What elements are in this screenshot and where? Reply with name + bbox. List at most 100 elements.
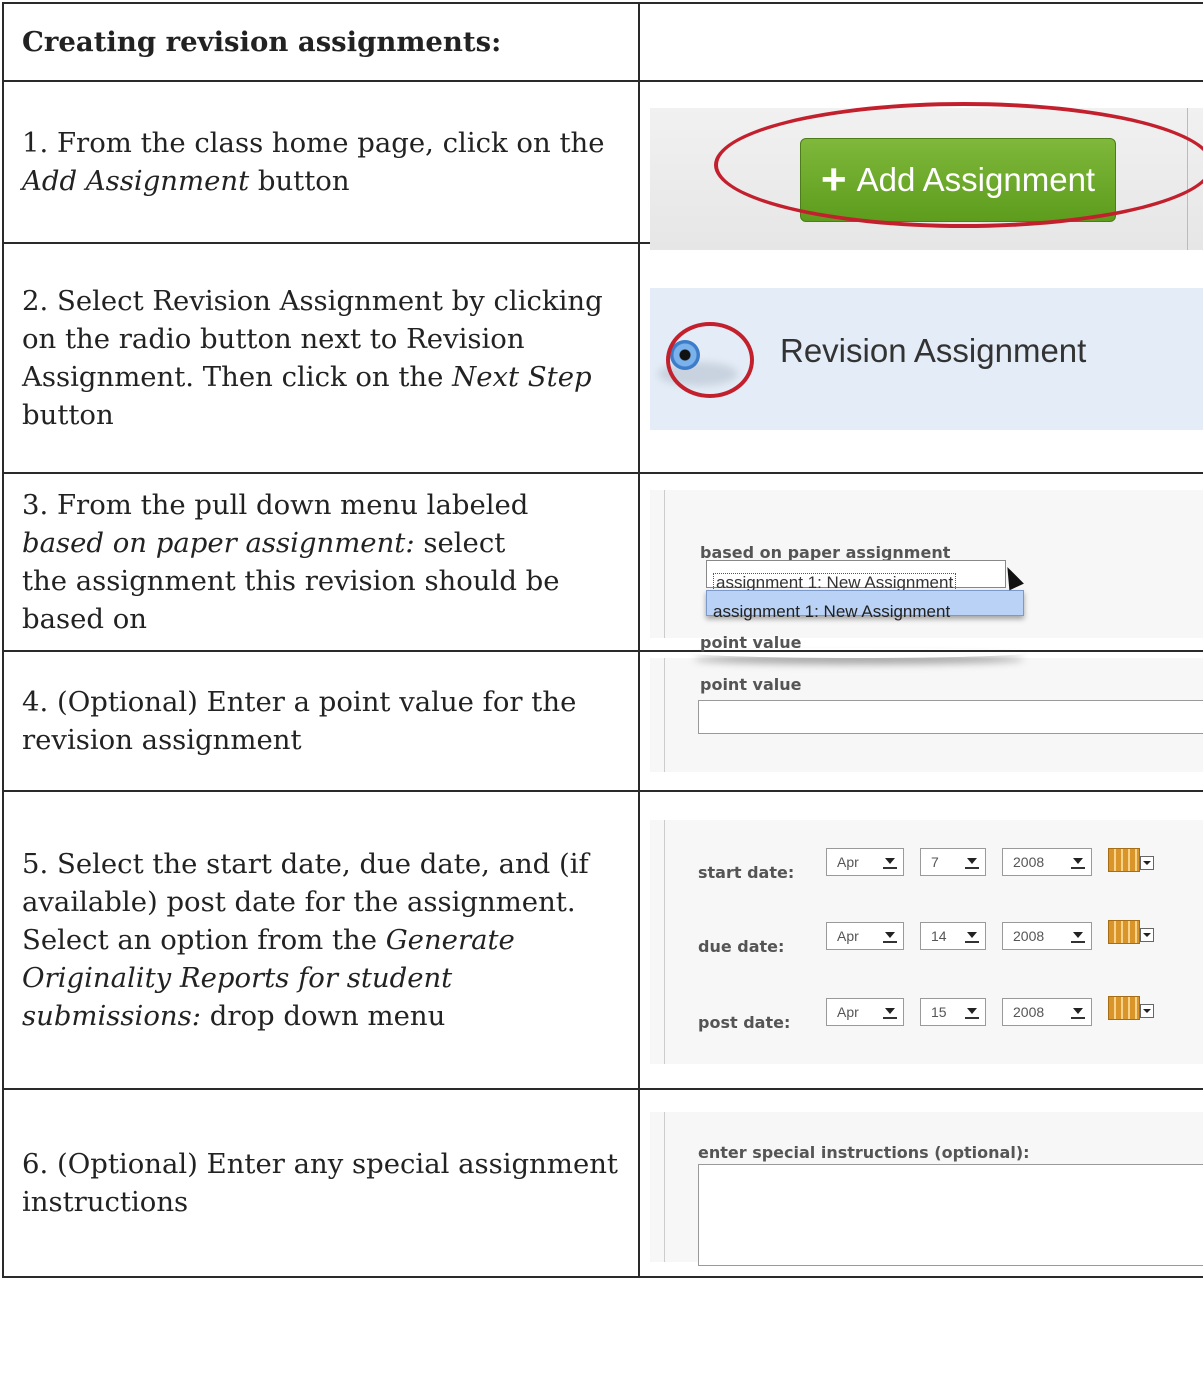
header-empty-cell: [638, 2, 1203, 82]
date-label: start date:: [698, 863, 795, 882]
day-select: 15: [920, 998, 986, 1026]
step-text-run: based on: [22, 603, 147, 635]
based-on-select: assignment 1: New Assignment: [706, 560, 1006, 593]
step-row-5: 5. Select the start date, due date, and …: [2, 790, 1203, 1090]
step-line: based on: [22, 600, 630, 638]
point-value-input: [698, 700, 1203, 734]
step-text-run: 2. Select Revision Assignment by clickin…: [22, 285, 603, 317]
based-on-screenshot: based on paper assignment assignment 1: …: [650, 490, 1203, 652]
step-text-run: the assignment this revision should be: [22, 565, 560, 597]
step-3-screenshot: based on paper assignment assignment 1: …: [638, 472, 1203, 652]
point-value-screenshot: point value: [650, 658, 1203, 772]
calendar-icon: [1108, 848, 1140, 872]
month-select: Apr: [826, 998, 904, 1026]
chevron-down-icon: [1140, 1004, 1154, 1018]
month-select: Apr: [826, 848, 904, 876]
day-select: 14: [920, 922, 986, 950]
step-text-run: button: [249, 165, 350, 197]
calendar-icon: [1108, 996, 1140, 1020]
step-line: based on paper assignment: select: [22, 524, 630, 562]
chevron-down-icon: [965, 856, 979, 869]
chevron-down-icon: [883, 856, 897, 869]
highlight-circle: [714, 102, 1203, 228]
revision-assignment-label: Revision Assignment: [780, 332, 1087, 369]
step-line: available) post date for the assignment.: [22, 883, 630, 921]
step-text-run: Assignment. Then click on the: [22, 361, 453, 393]
step-text: 1. From the class home page, click on th…: [2, 80, 640, 244]
step-line: instructions: [22, 1183, 630, 1221]
calendar-icon: [1108, 920, 1140, 944]
step-text: 3. From the pull down menu labeled based …: [2, 472, 640, 652]
header-row: Creating revision assignments:: [2, 2, 1203, 82]
month-select: Apr: [826, 922, 904, 950]
step-text: 2. Select Revision Assignment by clickin…: [2, 242, 640, 474]
step-line: Add Assignment button: [22, 162, 630, 200]
dates-screenshot: start date: Apr 7 2008 due date: Apr 14 …: [650, 820, 1203, 1064]
step-text-run: revision assignment: [22, 724, 302, 756]
step-line: 1. From the class home page, click on th…: [22, 124, 630, 162]
highlight-circle: [666, 322, 754, 398]
chevron-down-icon: [1140, 928, 1154, 942]
step-line: 4. (Optional) Enter a point value for th…: [22, 683, 630, 721]
step-text-run: 6. (Optional) Enter any special assignme…: [22, 1148, 618, 1180]
step-text-run: on the radio button next to Revision: [22, 323, 525, 355]
step-text-run: 5. Select the start date, due date, and …: [22, 848, 589, 880]
step-6-screenshot: enter special instructions (optional):: [638, 1088, 1203, 1278]
chevron-down-icon: [1071, 856, 1085, 869]
chevron-down-icon: [965, 1006, 979, 1019]
step-text-run: instructions: [22, 1186, 189, 1218]
step-row-1: 1. From the class home page, click on th…: [2, 80, 1203, 250]
step-text: 6. (Optional) Enter any special assignme…: [2, 1088, 640, 1278]
step-text: 5. Select the start date, due date, and …: [2, 790, 640, 1090]
step-line: 2. Select Revision Assignment by clickin…: [22, 282, 630, 320]
step-row-4: 4. (Optional) Enter a point value for th…: [2, 650, 1203, 792]
step-line: button: [22, 396, 630, 434]
year-select: 2008: [1002, 998, 1092, 1026]
step-line: revision assignment: [22, 721, 630, 759]
step-text: 4. (Optional) Enter a point value for th…: [2, 650, 640, 792]
date-label: due date:: [698, 937, 785, 956]
step-line: Originality Reports for student: [22, 959, 630, 997]
year-select: 2008: [1002, 922, 1092, 950]
step-text-run: Select an option from the: [22, 924, 386, 956]
chevron-down-icon: [1071, 1006, 1085, 1019]
step-row-6: 6. (Optional) Enter any special assignme…: [2, 1088, 1203, 1278]
step-emphasis: submissions:: [22, 1000, 201, 1032]
instructions-screenshot: enter special instructions (optional):: [650, 1112, 1203, 1266]
step-text-run: available) post date for the assignment.: [22, 886, 576, 918]
step-4-screenshot: point value: [638, 650, 1203, 792]
chevron-down-icon: [883, 1006, 897, 1019]
step-text-run: 1. From the class home page, click on th…: [22, 127, 605, 159]
page-title: Creating revision assignments:: [2, 2, 640, 82]
based-on-option: assignment 1: New Assignment: [706, 590, 1024, 621]
step-text-run: select: [414, 527, 506, 559]
step-text-run: button: [22, 399, 114, 431]
instructions-table: Creating revision assignments: 1. From t…: [2, 2, 1203, 1278]
step-text-run: drop down menu: [200, 1000, 446, 1032]
step-1-screenshot: + Add Assignment: [638, 80, 1203, 250]
step-row-2: 2. Select Revision Assignment by clickin…: [2, 242, 1203, 474]
step-line: submissions: drop down menu: [22, 997, 630, 1035]
chevron-down-icon: [883, 930, 897, 943]
point-value-label: point value: [700, 675, 802, 694]
step-line: 5. Select the start date, due date, and …: [22, 845, 630, 883]
chevron-down-icon: [1071, 930, 1085, 943]
year-select: 2008: [1002, 848, 1092, 876]
step-line: Assignment. Then click on the Next Step: [22, 358, 630, 396]
step-line: Select an option from the Generate: [22, 921, 630, 959]
step-emphasis: Generate: [385, 924, 515, 956]
chevron-down-icon: [965, 930, 979, 943]
step-row-3: 3. From the pull down menu labeled based …: [2, 472, 1203, 652]
step-emphasis: Next Step: [452, 361, 592, 393]
step-2-screenshot: Revision Assignment: [638, 242, 1203, 474]
step-line: the assignment this revision should be: [22, 562, 630, 600]
date-label: post date:: [698, 1013, 791, 1032]
step-line: on the radio button next to Revision: [22, 320, 630, 358]
step-emphasis: Originality Reports for student: [22, 962, 453, 994]
step-text-run: 3. From the pull down menu labeled: [22, 489, 529, 521]
day-select: 7: [920, 848, 986, 876]
step-text-run: 4. (Optional) Enter a point value for th…: [22, 686, 577, 718]
step-emphasis: Add Assignment: [22, 165, 250, 197]
step-emphasis: based on paper assignment:: [22, 527, 415, 559]
step-line: 3. From the pull down menu labeled: [22, 486, 630, 524]
